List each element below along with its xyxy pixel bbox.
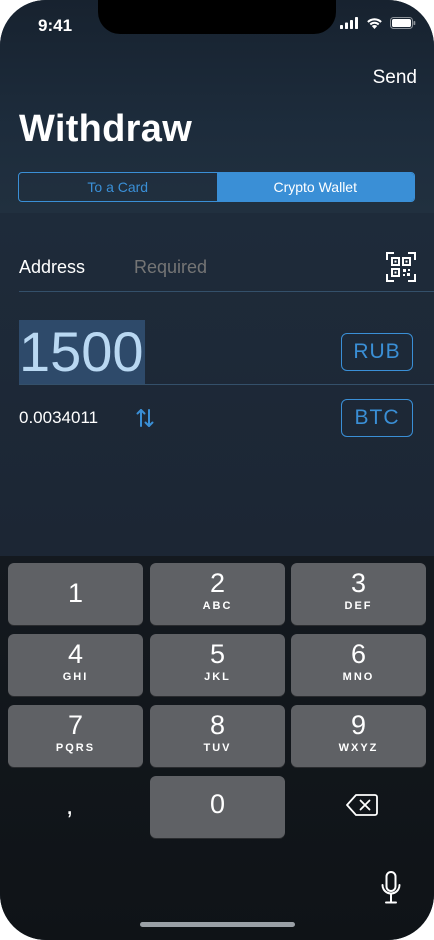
battery-icon — [390, 17, 416, 29]
qr-scan-icon[interactable] — [386, 252, 416, 282]
key-number: 9 — [350, 710, 367, 740]
signal-icon — [340, 17, 358, 29]
key-7[interactable]: 7 PQRS — [8, 705, 143, 767]
key-number: 8 — [209, 710, 226, 740]
key-letters: TUV — [203, 742, 232, 754]
key-number: 1 — [67, 578, 84, 608]
amount-divider — [19, 384, 434, 385]
phone-screen: 9:41 Send Withdraw To a Card Crypto Wall… — [0, 0, 434, 940]
key-number: 7 — [67, 710, 84, 740]
backspace-icon[interactable] — [346, 794, 378, 816]
amount-value[interactable]: 1500 — [19, 319, 144, 385]
key-letters: GHI — [62, 671, 89, 683]
status-icons — [340, 17, 416, 29]
device-notch — [98, 0, 336, 34]
key-2[interactable]: 2 ABC — [150, 563, 285, 625]
key-letters: ABC — [202, 600, 233, 612]
tab-to-a-card[interactable]: To a Card — [19, 173, 217, 201]
key-0[interactable]: 0 — [150, 776, 285, 838]
tab-crypto-wallet[interactable]: Crypto Wallet — [216, 173, 414, 201]
home-indicator[interactable] — [140, 922, 295, 927]
send-button[interactable]: Send — [373, 67, 417, 89]
key-letters: DEF — [344, 600, 373, 612]
key-4[interactable]: 4 GHI — [8, 634, 143, 696]
key-number: 5 — [209, 639, 226, 669]
wifi-icon — [367, 18, 382, 29]
withdraw-method-tabs: To a Card Crypto Wallet — [18, 172, 415, 202]
key-number: 4 — [67, 639, 84, 669]
secondary-currency-button[interactable]: BTC — [341, 399, 413, 437]
key-letters: WXYZ — [338, 742, 379, 754]
key-8[interactable]: 8 TUV — [150, 705, 285, 767]
key-letters: MNO — [342, 671, 375, 683]
key-5[interactable]: 5 JKL — [150, 634, 285, 696]
address-divider — [19, 291, 434, 292]
key-letters: JKL — [204, 671, 231, 683]
key-6[interactable]: 6 MNO — [291, 634, 426, 696]
key-number: 0 — [209, 789, 226, 819]
microphone-icon[interactable] — [381, 871, 401, 905]
key-number: 2 — [209, 568, 226, 598]
status-time: 9:41 — [38, 16, 73, 35]
key-1[interactable]: 1 — [8, 563, 143, 625]
key-number: 3 — [350, 568, 367, 598]
key-9[interactable]: 9 WXYZ — [291, 705, 426, 767]
primary-currency-button[interactable]: RUB — [341, 333, 413, 371]
key-letters: PQRS — [55, 742, 96, 754]
address-input[interactable] — [134, 257, 364, 278]
converted-amount: 0.0034011 — [19, 408, 99, 427]
key-comma[interactable]: , — [66, 790, 73, 821]
swap-currency-icon[interactable] — [135, 406, 155, 430]
key-number: 6 — [350, 639, 367, 669]
page-title: Withdraw — [19, 108, 193, 150]
key-3[interactable]: 3 DEF — [291, 563, 426, 625]
address-label: Address — [19, 257, 86, 277]
